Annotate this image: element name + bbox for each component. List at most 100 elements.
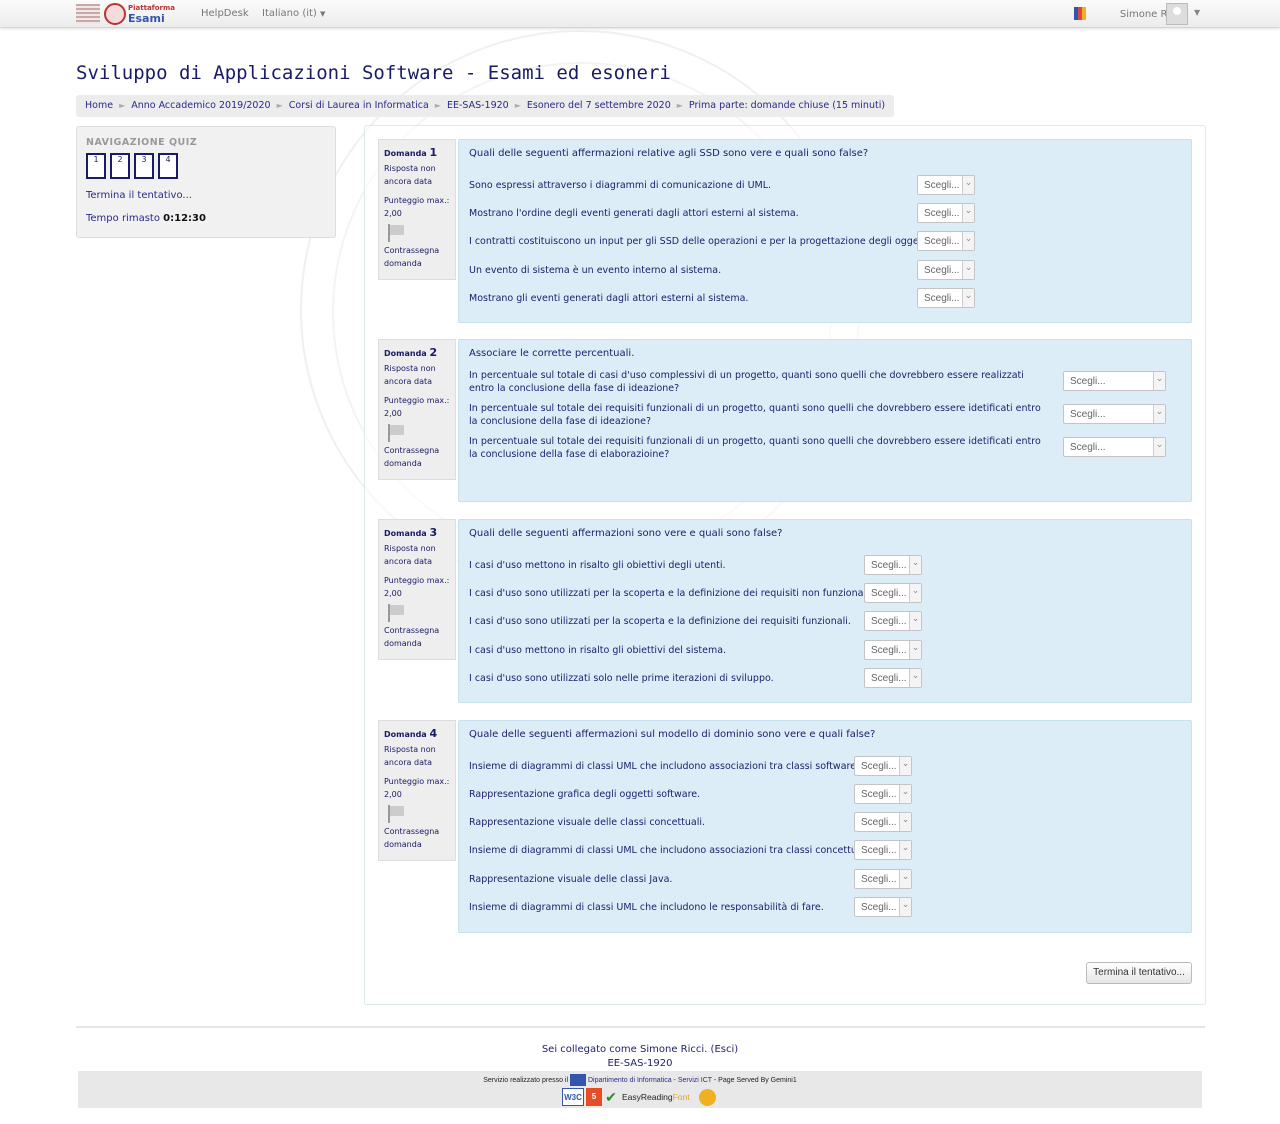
easyreading-logo-icon [699,1089,716,1106]
flag-icon[interactable] [386,805,406,823]
quiz-navigation-heading: NAVIGAZIONE QUIZ [86,137,198,148]
top-navbar: Piattaforma Esami HelpDesk Italiano (it)… [0,0,1280,28]
flag-question-link[interactable]: Contrassegna domanda [384,825,450,851]
answer-row-label: I contratti costituiscono un input per g… [469,236,932,247]
answer-select[interactable]: Scegli... [917,288,975,308]
question-box-3: Quali delle seguenti affermazioni sono v… [458,519,1192,703]
time-remaining: Tempo rimasto 0:12:30 [86,213,206,224]
question-status: Risposta non ancora data [384,544,436,566]
breadcrumb-item[interactable]: Home [85,100,113,111]
quiz-nav-button-3[interactable]: 3 [134,153,154,179]
breadcrumb-item[interactable]: EE-SAS-1920 [447,100,509,111]
service-prefix: Servizio realizzato presso il [483,1076,569,1084]
answer-select[interactable]: Scegli... [1063,437,1166,457]
university-seal-icon [104,3,126,25]
answer-select[interactable]: Scegli... [917,260,975,280]
question-number: Domanda 2 [384,346,450,360]
avatar[interactable] [1166,3,1188,25]
checkmark-icon: ✔ [605,1089,617,1105]
logo-line-1: Piattaforma [128,4,175,12]
question-score-label: Punteggio max.: [384,396,450,405]
logout-link[interactable]: (Esci) [711,1044,739,1055]
answer-select[interactable]: Scegli... [864,640,922,660]
answer-row-label: Rappresentazione visuale delle classi Ja… [469,874,673,885]
answer-select[interactable]: Scegli... [854,784,912,804]
quiz-nav-button-2[interactable]: 2 [110,153,130,179]
language-menu[interactable]: Italiano (it) ▼ [262,8,325,19]
breadcrumb-separator-icon: ► [514,101,521,110]
flag-question-link[interactable]: Contrassegna domanda [384,244,450,270]
user-menu-chevron-icon[interactable]: ▼ [1194,8,1200,17]
question-number: Domanda 3 [384,526,450,540]
breadcrumb-item[interactable]: Corsi di Laurea in Informatica [289,100,429,111]
breadcrumb-item[interactable]: Esonero del 7 settembre 2020 [527,100,671,111]
question-text: Quali delle seguenti affermazioni relati… [469,148,869,159]
answer-row-label: I casi d'uso mettono in risalto gli obie… [469,560,726,571]
answer-select[interactable]: Scegli... [864,611,922,631]
chevron-down-icon: ▼ [320,10,326,18]
answer-select[interactable]: Scegli... [864,555,922,575]
answer-row-label: In percentuale sul totale dei requisiti … [469,403,1041,427]
question-label: Domanda [384,730,427,739]
flag-question-link[interactable]: Contrassegna domanda [384,624,450,650]
logo-line-2: Esami [128,12,165,25]
flag-icon[interactable] [386,424,406,442]
question-info-3: Domanda 3 Risposta non ancora data Puntegg… [378,519,456,660]
answer-row-label: I casi d'uso mettono in risalto gli obie… [469,645,727,656]
answer-select[interactable]: Scegli... [854,812,912,832]
quiz-nav-button-4[interactable]: 4 [158,153,178,179]
answer-row-label: Rappresentazione grafica degli oggetti s… [469,789,701,800]
answer-select[interactable]: Scegli... [854,897,912,917]
question-text: Quale delle seguenti affermazioni sul mo… [469,729,876,740]
answer-row-label: Insieme di diagrammi di classi UML che i… [469,761,860,772]
department-link[interactable]: Dipartimento di Informatica - Servizi IC… [588,1077,712,1084]
easyreading-badge[interactable]: EasyReadingFont [622,1088,698,1106]
answer-select[interactable]: Scegli... [854,840,912,860]
platform-logo[interactable]: Piattaforma Esami [76,2,186,26]
answer-row-label: Mostrano l'ordine degli eventi generati … [469,208,799,219]
helpdesk-link[interactable]: HelpDesk [201,8,249,19]
answer-select[interactable]: Scegli... [917,231,975,251]
answer-select[interactable]: Scegli... [1063,371,1166,391]
answer-row-label: I casi d'uso sono utilizzati per la scop… [469,588,872,599]
answer-select[interactable]: Scegli... [1063,404,1166,424]
university-crest-icon [76,4,100,24]
question-box-4: Quale delle seguenti affermazioni sul mo… [458,720,1192,933]
books-icon[interactable] [1074,7,1086,20]
quiz-navigation-block: NAVIGAZIONE QUIZ 1 2 3 4 Termina il tent… [76,126,336,238]
answer-select[interactable]: Scegli... [917,203,975,223]
easyreading-font-label: Font [672,1092,690,1102]
question-box-2: Associare le corrette percentuali. In per… [458,339,1192,502]
answer-select[interactable]: Scegli... [864,583,922,603]
service-credit: Servizio realizzato presso il Dipartimen… [78,1074,1202,1086]
answer-row-label: In percentuale sul totale dei requisiti … [469,436,1041,460]
language-label: Italiano (it) [262,8,317,19]
answer-select[interactable]: Scegli... [917,175,975,195]
answer-select[interactable]: Scegli... [854,756,912,776]
question-info-1: Domanda 1 Risposta non ancora data Puntegg… [378,139,456,280]
question-info-4: Domanda 4 Risposta non ancora data Puntegg… [378,720,456,861]
finish-attempt-button[interactable]: Termina il tentativo... [1086,962,1192,984]
question-score-label: Punteggio max.: [384,576,450,585]
finish-attempt-link[interactable]: Termina il tentativo... [86,190,192,201]
w3c-badge[interactable]: W3C [562,1088,584,1106]
answer-select[interactable]: Scegli... [864,668,922,688]
flag-icon[interactable] [386,604,406,622]
question-score: 2,00 [384,790,402,799]
html5-badge[interactable]: 5 [586,1088,602,1106]
question-score: 2,00 [384,209,402,218]
question-text: Quali delle seguenti affermazioni sono v… [469,528,783,539]
question-number: Domanda 1 [384,146,450,160]
answer-select[interactable]: Scegli... [854,869,912,889]
quiz-nav-button-1[interactable]: 1 [86,153,106,179]
breadcrumb-item[interactable]: Anno Accademico 2019/2020 [131,100,270,111]
answer-row-label: Sono espressi attraverso i diagrammi di … [469,180,772,191]
flag-question-link[interactable]: Contrassegna domanda [384,444,450,470]
easyreading-label: EasyReading [622,1092,673,1102]
footer-course-link[interactable]: EE-SAS-1920 [0,1058,1280,1069]
service-suffix: - Page Served By Gemini1 [713,1076,797,1084]
logged-in-user-link[interactable]: Simone Ricci. [640,1044,707,1055]
breadcrumb-item[interactable]: Prima parte: domande chiuse (15 minuti) [689,100,885,111]
time-remaining-label: Tempo rimasto [86,213,160,224]
flag-icon[interactable] [386,224,406,242]
